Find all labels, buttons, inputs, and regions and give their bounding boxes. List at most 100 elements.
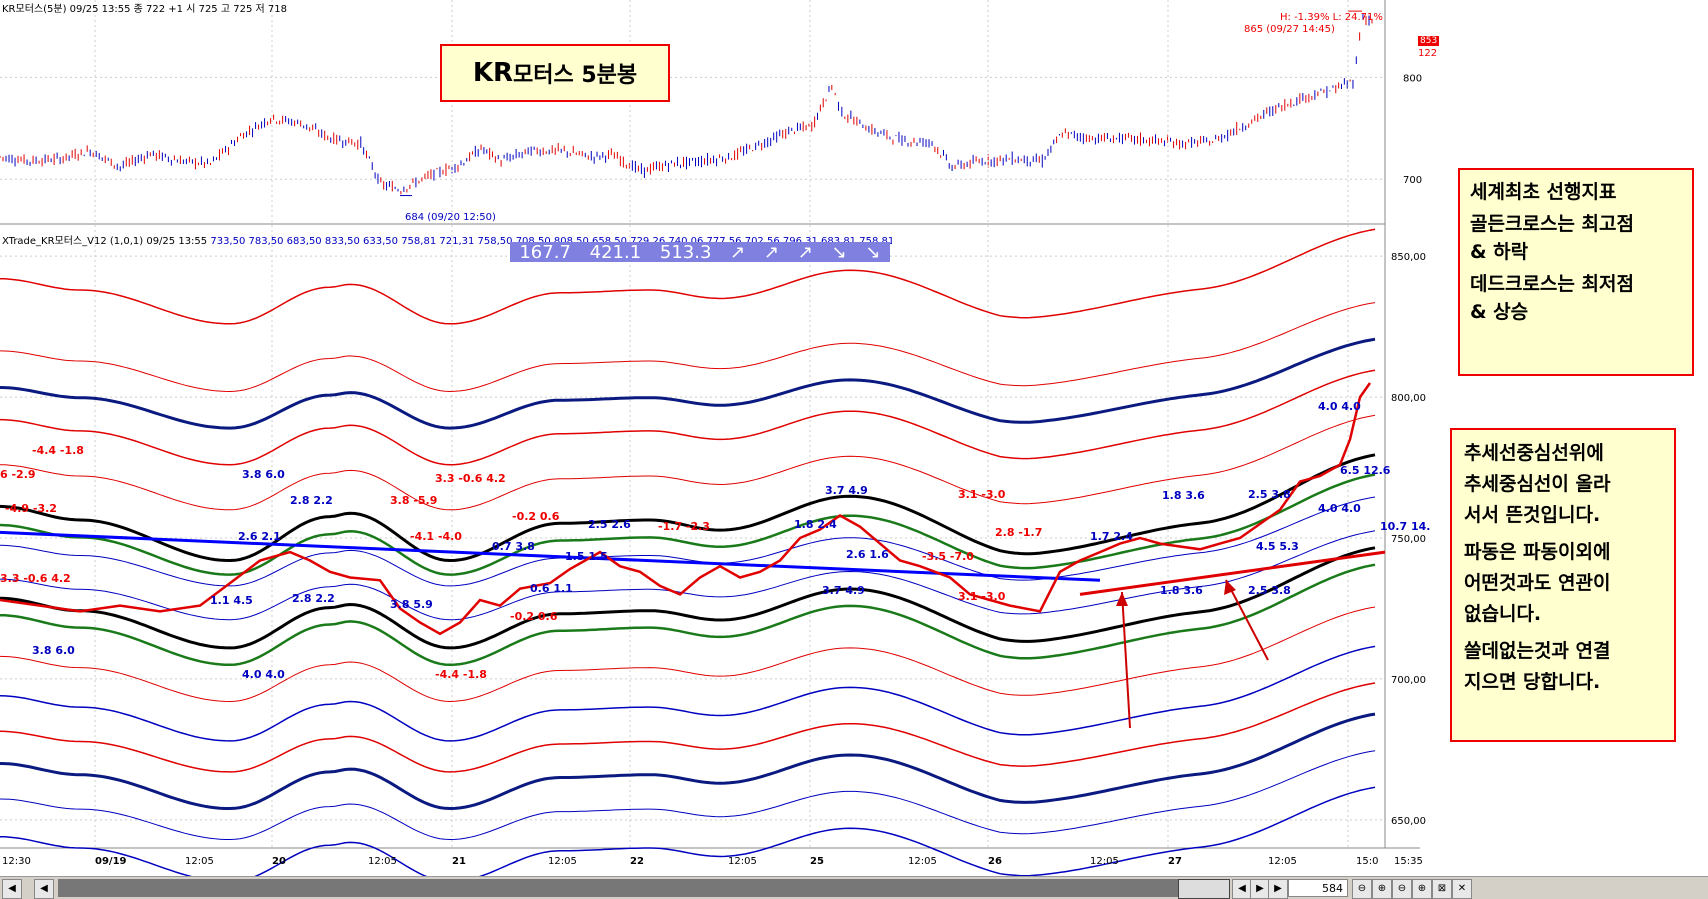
scroll-thumb[interactable] [1178,879,1230,899]
data-label-39: -4.4 -1.8 [435,668,487,681]
value-panel: 167.7 421.1 513.3 ↗ ↗ ↗ ↘ ↘ [510,241,890,263]
xtick-14: 12:05 [1268,856,1297,867]
zoom-out-icon[interactable]: ⊖ [1352,879,1372,899]
data-label-24: -4.9 -3.2 [5,502,57,515]
close-icon[interactable]: ✕ [1452,879,1472,899]
xtick-3: 20 [272,856,286,867]
zoom-minus-icon[interactable]: ⊖ [1392,879,1412,899]
ytick-lower-0: 850,00 [1391,252,1426,263]
data-label-13: 2.6 1.6 [846,548,889,561]
data-label-3: 10.7 14. [1380,520,1430,533]
data-label-7: 1.7 2.4 [1090,530,1133,543]
xtick-12: 12:05 [1090,856,1119,867]
ytick-upper-0: 800 [1403,73,1422,84]
data-label-27: 0.6 1.1 [530,582,573,595]
note-bottom-line-5: 어떤것과도 연관이 [1464,572,1611,594]
vp-arrow-1: ↗ [730,241,746,263]
scroll-value-field[interactable]: 584 [1288,879,1348,897]
last-price-change: 122 [1418,48,1438,59]
ytick-lower-2: 750,00 [1391,534,1426,545]
data-label-6: 1.8 3.6 [1162,489,1205,502]
ytick-lower-4: 650,00 [1391,816,1426,827]
vp-arrow-3: ↗ [797,241,813,263]
data-label-19: 3.8 -5.9 [390,494,437,507]
vp-arrow-2: ↗ [763,241,780,263]
vp-value-3: 513.3 [659,241,712,263]
scroll-end-icon[interactable]: ▶ [1268,879,1288,899]
arrow-line-1 [1121,591,1131,729]
scroll-left-end-icon[interactable]: ◀ [34,879,54,899]
band-upper-2 [0,302,1376,393]
xtick-4: 12:05 [368,856,397,867]
data-label-4: 4.5 5.3 [1256,540,1299,553]
note-top-line-1: 세계최초 선행지표 [1470,181,1617,203]
data-label-31: 2.8 2.2 [292,592,335,605]
hl-info: H: -1.39% L: 24.71% [1280,12,1383,23]
vp-value-1: 167.7 [519,241,571,263]
data-label-25: 6 -2.9 [0,468,36,481]
xtick-10: 12:05 [908,856,937,867]
xtick-1: 09/19 [95,856,127,867]
zoom-in-icon[interactable]: ⊕ [1372,879,1392,899]
data-label-8: 2.8 -1.7 [995,526,1042,539]
vp-arrow-4: ↘ [831,241,847,263]
data-label-23: -4.4 -1.8 [32,444,84,457]
data-label-36: 2.5 3.8 [1248,584,1291,597]
band-lower-1 [0,606,1376,703]
horizontal-scrollbar[interactable]: ◀ ◀ ◀ ▶ ▶ 584 ⊖ ⊕ ⊖ ⊕ ⊠ ✕ [0,876,1708,899]
data-label-2: 4.0 4.0 [1318,502,1361,515]
scroll-prev-icon[interactable]: ◀ [1232,879,1252,899]
vp-value-2: 421.1 [589,241,642,263]
scroll-track[interactable] [58,879,1230,899]
price-info: KR모터스(5분) 09/25 13:55 종 722 +1 시 725 고 7… [2,4,287,15]
xtick-16: 15:35 [1394,856,1423,867]
data-label-10: 3.7 4.9 [825,484,868,497]
indicator-name: XTrade_KR모터스_V12 (1,0,1) 09/25 13:55 [2,236,208,247]
xtick-6: 12:05 [548,856,577,867]
fit-icon[interactable]: ⊠ [1432,879,1452,899]
note-top: 세계최초 선행지표 골든크로스는 최고점 & 하락 데드크로스는 최저점 & 상… [1458,168,1694,376]
arrow-head-2 [1224,580,1236,595]
xtick-13: 27 [1168,856,1182,867]
data-label-30: -0.2 0.6 [510,610,558,623]
note-bottom-line-8: 지으면 당합니다. [1464,671,1601,693]
note-top-line-3: & 하락 [1470,241,1529,263]
scroll-left-icon[interactable]: ◀ [2,879,22,899]
note-bottom-line-7: 쓸데없는것과 연결 [1464,640,1611,662]
data-label-11: 1.8 2.4 [794,518,837,531]
zoom-plus-icon[interactable]: ⊕ [1412,879,1432,899]
high-label: 865 (09/27 14:45) [1244,24,1335,35]
data-label-26: 3.3 -0.6 4.2 [435,472,506,485]
band-lower-4 [0,750,1376,841]
xtick-2: 12:05 [185,856,214,867]
data-label-20: -4.1 -4.0 [410,530,462,543]
note-bottom: 추세선중심선위에 추세중심선이 올라 서서 뜬것입니다. 파동은 파동이외에 어… [1450,428,1676,742]
data-label-17: -0.2 0.6 [512,510,560,523]
data-label-18: 0.7 3.8 [492,540,535,553]
data-label-15: -1.7 -2.3 [658,520,710,533]
data-label-28: 2.6 2.1 [238,530,281,543]
scroll-next-icon[interactable]: ▶ [1250,879,1270,899]
band-lower-2 [0,645,1376,742]
note-bottom-line-2: 추세중심선이 올라 [1464,473,1611,495]
band-lower-outer [0,786,1376,883]
title-prefix: KR [472,58,513,88]
data-label-33: 3.7 4.9 [822,584,865,597]
band-upper-3 [0,369,1376,466]
note-bottom-line-1: 추세선중심선위에 [1464,442,1604,464]
data-label-14: 2.5 2.6 [588,518,631,531]
data-label-34: 3.1 -3.0 [958,590,1006,603]
data-label-35: 1.8 3.6 [1160,584,1203,597]
data-label-29: 1.1 4.5 [210,594,253,607]
data-label-1: 6.5 12.6 [1340,464,1391,477]
title-box: KR 모터스 5분봉 [440,44,670,102]
data-label-38: 3.8 6.0 [32,644,75,657]
xtick-15: 15:0 [1356,856,1378,867]
data-label-9: 3.1 -3.0 [958,488,1006,501]
xtick-11: 26 [988,856,1002,867]
xtick-8: 12:05 [728,856,757,867]
last-price-tag: 853 [1418,36,1440,46]
data-label-5: 2.5 3.8 [1248,488,1291,501]
vp-arrow-5: ↘ [865,241,881,263]
band-upper-navy [0,337,1376,430]
